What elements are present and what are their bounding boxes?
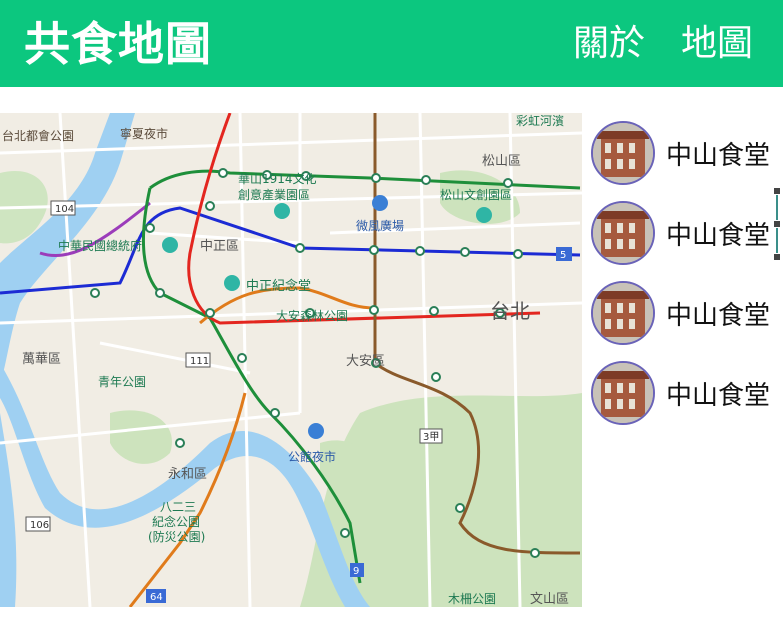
place-name: 中山食堂 — [666, 140, 771, 171]
building-photo-icon — [593, 363, 653, 423]
map-label-zhongzheng: 中正區 — [200, 239, 239, 254]
list-item[interactable]: 中山食堂 — [591, 113, 783, 193]
map-label-weifeng: 微風廣場 — [356, 219, 404, 233]
building-photo-icon — [593, 203, 653, 263]
map-label-park823c: (防災公園) — [148, 529, 205, 544]
map-canvas[interactable]: 104 111 106 64 5 9 3甲 台北都會公園 寧夏夜市 華山1914… — [0, 113, 582, 607]
nav-link-about[interactable]: 關於 — [573, 20, 645, 68]
resize-handle-dot[interactable] — [773, 187, 781, 195]
resize-handle-dot[interactable] — [773, 220, 781, 228]
map-label-wenshan: 文山區 — [530, 592, 569, 607]
list-item[interactable]: 中山食堂 — [591, 193, 783, 273]
map-label-huashan: 華山1914文化 — [238, 171, 317, 186]
nav-links: 關於 地圖 — [573, 20, 753, 68]
map-label-gongguan: 公館夜市 — [288, 449, 336, 464]
map-label-daan-park: 大安森林公園 — [276, 308, 348, 323]
map-label-songshan-park: 松山文創園區 — [440, 187, 512, 202]
list-item[interactable]: 中山食堂 — [591, 273, 783, 353]
avatar — [591, 361, 655, 425]
map-label-muzha: 木柵公園 — [448, 592, 496, 606]
route-5-label: 5 — [560, 250, 566, 261]
avatar — [591, 121, 655, 185]
map-label-rainbow: 彩虹河濱 — [516, 114, 564, 128]
map-label-presidential-office: 中華民國總統府 — [58, 238, 142, 253]
place-list: 中山食堂 中山食堂 中山食堂 中山食堂 — [591, 113, 783, 433]
map-label-taipei-park: 台北都會公園 — [2, 128, 74, 143]
map-label-wanhua: 萬華區 — [22, 352, 61, 367]
map-label-songshan: 松山區 — [482, 154, 521, 169]
brand-title[interactable]: 共食地圖 — [24, 14, 212, 74]
map-view[interactable]: 104 111 106 64 5 9 3甲 台北都會公園 寧夏夜市 華山1914… — [0, 113, 582, 607]
map-label-youth-park: 青年公園 — [98, 375, 146, 389]
map-label-cks: 中正紀念堂 — [246, 278, 311, 294]
map-label-yonghe: 永和區 — [168, 467, 207, 482]
nav-link-map[interactable]: 地圖 — [681, 20, 753, 68]
map-label-park823: 八二三 — [160, 500, 196, 514]
map-label-huashan2: 創意產業園區 — [238, 187, 310, 202]
route-9-label: 9 — [353, 566, 359, 577]
place-name: 中山食堂 — [666, 380, 771, 411]
route-104-label: 104 — [55, 204, 74, 215]
resize-handle[interactable] — [773, 187, 783, 261]
place-name: 中山食堂 — [666, 220, 771, 251]
map-label-daan: 大安區 — [346, 354, 385, 369]
avatar — [591, 201, 655, 265]
navbar: 共食地圖 關於 地圖 — [0, 0, 783, 87]
list-item[interactable]: 中山食堂 — [591, 353, 783, 433]
route-111-label: 111 — [190, 356, 209, 367]
map-label-ningxia: 寧夏夜市 — [120, 126, 168, 141]
building-photo-icon — [593, 283, 653, 343]
route-64-label: 64 — [150, 592, 163, 603]
place-name: 中山食堂 — [666, 300, 771, 331]
resize-handle-dot[interactable] — [773, 253, 781, 261]
avatar — [591, 281, 655, 345]
map-label-taipei: 台北 — [490, 299, 530, 323]
map-label-park823b: 紀念公園 — [152, 514, 200, 529]
route-106-label: 106 — [30, 520, 49, 531]
route-3a-label: 3甲 — [423, 432, 439, 443]
building-photo-icon — [593, 123, 653, 183]
